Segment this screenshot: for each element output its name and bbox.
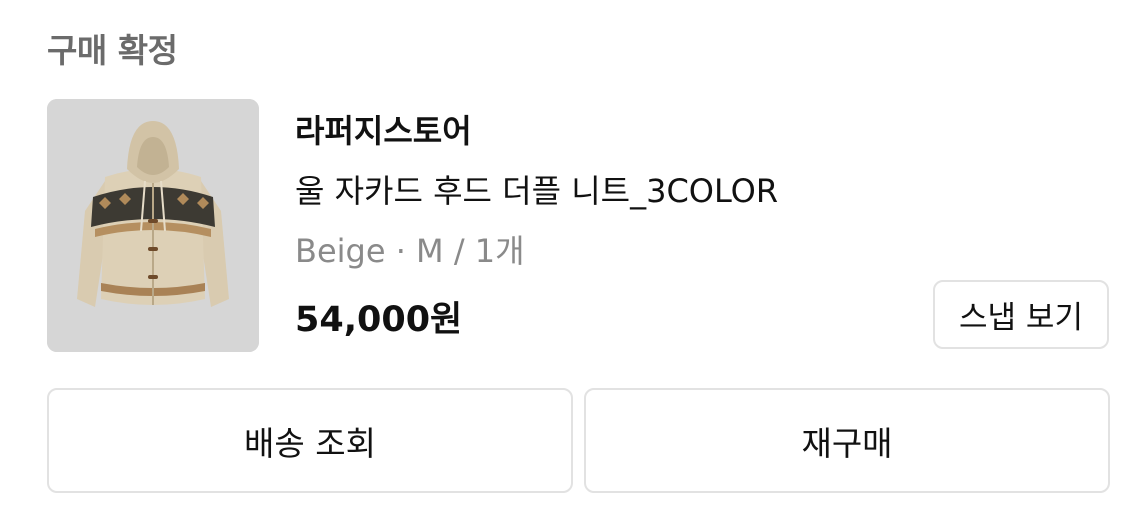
product-thumbnail[interactable] bbox=[47, 99, 259, 352]
store-name[interactable]: 라퍼지스토어 bbox=[295, 106, 472, 152]
knit-cardigan-image bbox=[47, 99, 259, 352]
order-status-title: 구매 확정 bbox=[47, 31, 178, 70]
snap-view-button[interactable]: 스냅 보기 bbox=[933, 280, 1109, 349]
reorder-button[interactable]: 재구매 bbox=[584, 388, 1110, 493]
product-name[interactable]: 울 자카드 후드 더플 니트_3COLOR bbox=[295, 166, 778, 212]
product-option: Beige · M / 1개 bbox=[295, 232, 525, 270]
product-price: 54,000원 bbox=[295, 300, 463, 340]
track-delivery-button[interactable]: 배송 조회 bbox=[47, 388, 573, 493]
